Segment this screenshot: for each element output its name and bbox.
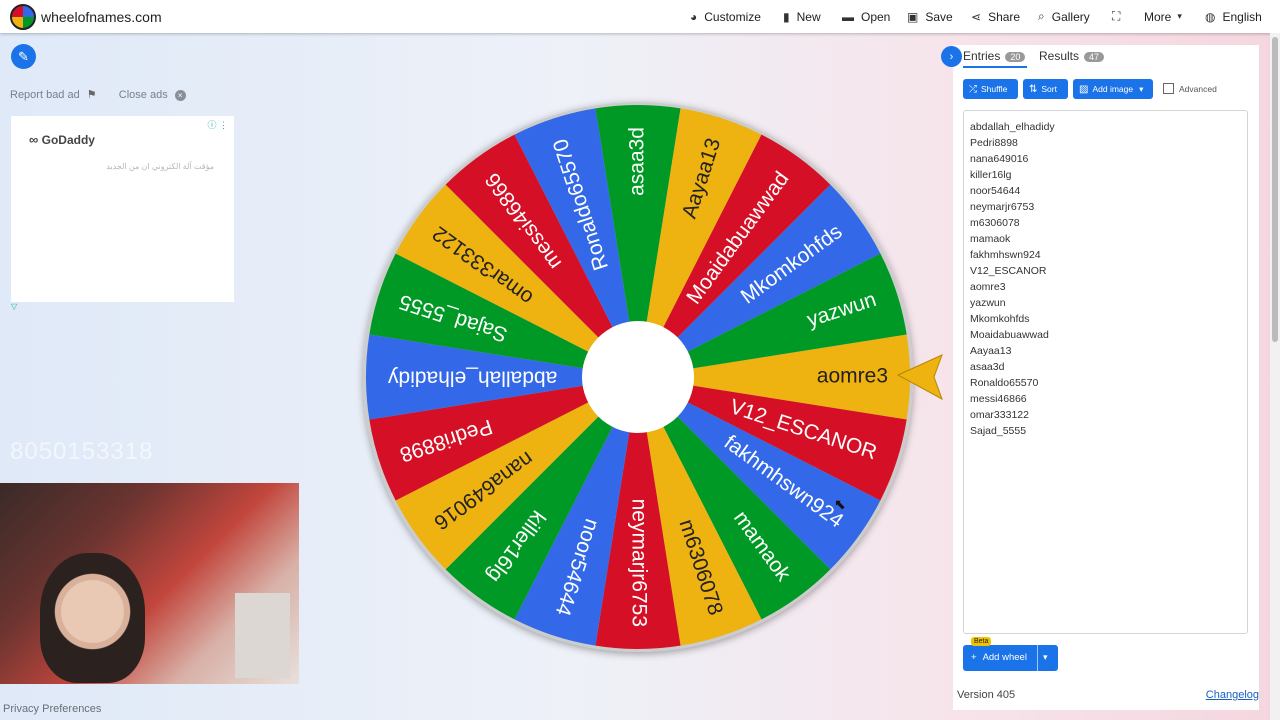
- report-bad-ad-link[interactable]: Report bad ad: [10, 89, 80, 101]
- ghost-text: 8050153318: [10, 438, 154, 465]
- search-icon: ⌕: [1038, 9, 1045, 23]
- entry-line: mamaok: [970, 233, 1011, 245]
- privacy-preferences-link[interactable]: Privacy Preferences: [3, 703, 101, 715]
- wheel-segment-label: aomre3: [817, 365, 888, 388]
- customize-button[interactable]: ◕ Customize: [690, 0, 761, 33]
- page-scrollbar[interactable]: [1270, 33, 1280, 720]
- entry-line: omar333122: [970, 409, 1029, 421]
- flag-icon: ⚑: [86, 89, 97, 101]
- site-title[interactable]: wheelofnames.com: [41, 9, 162, 25]
- entry-line: asaa3d: [970, 361, 1005, 373]
- chevron-down-icon: ▾: [1139, 83, 1144, 94]
- active-tab-indicator: [963, 66, 1027, 68]
- shuffle-button[interactable]: ⤮ Shuffle: [963, 79, 1018, 99]
- more-button[interactable]: More ▾: [1144, 0, 1189, 33]
- scrollbar-thumb[interactable]: [1272, 37, 1278, 342]
- ad-links: Report bad ad ⚑ Close ads ×: [10, 88, 186, 101]
- entry-line: neymarjr6753: [970, 201, 1035, 213]
- entry-line: Pedri8898: [970, 137, 1018, 149]
- webcam-background-object: [235, 593, 290, 678]
- close-ads-link[interactable]: Close ads: [119, 89, 168, 101]
- entry-line: killer16lg: [970, 169, 1012, 181]
- share-button[interactable]: ⋖ Share: [971, 0, 1020, 33]
- entries-panel: › Entries 20 Results 47 ⤮ Shuffle ⇅ Sort ▨ Ad…: [941, 45, 1259, 710]
- tab-results[interactable]: Results 47: [1039, 49, 1105, 63]
- entry-line: messi46866: [970, 393, 1027, 405]
- wheel-svg[interactable]: aomre3V12_ESCANORfakhmhswn924mamaokm6306…: [360, 99, 943, 655]
- entry-line: m6306078: [970, 217, 1020, 229]
- edit-wheel-button[interactable]: ✎: [11, 44, 36, 69]
- godaddy-logo-icon: ∞: [29, 132, 39, 147]
- version-text: Version 405: [957, 689, 1016, 701]
- entry-line: Aayaa13: [970, 345, 1012, 357]
- tab-entries[interactable]: Entries 20: [963, 49, 1026, 63]
- entries-count-badge: 20: [1005, 52, 1026, 62]
- entry-line: Ronaldo65570: [970, 377, 1039, 389]
- file-icon: ▮: [783, 9, 790, 24]
- mouse-cursor-icon: ⬉: [834, 496, 846, 512]
- open-button[interactable]: ▬ Open: [842, 0, 890, 33]
- gallery-button[interactable]: ⌕ Gallery: [1038, 0, 1090, 33]
- folder-icon: ▬: [842, 9, 854, 24]
- wheel-segment-label: abdallah_elhadidy: [388, 366, 558, 389]
- sort-button[interactable]: ⇅ Sort: [1023, 79, 1068, 99]
- language-button[interactable]: ◍ English: [1205, 0, 1262, 33]
- fullscreen-icon: ⛶: [1112, 9, 1121, 23]
- image-icon: ▨: [1079, 83, 1089, 95]
- entry-line: aomre3: [970, 281, 1006, 293]
- entry-line: yazwun: [970, 297, 1006, 309]
- ad-info-icon[interactable]: ⓘ ⋮: [207, 118, 228, 131]
- entry-line: nana649016: [970, 153, 1029, 165]
- wheel-center[interactable]: [582, 321, 694, 433]
- webcam-person: [40, 553, 145, 683]
- close-icon[interactable]: ×: [174, 90, 186, 101]
- webcam-overlay: [0, 483, 299, 684]
- top-bar: wheelofnames.com ◕ Customize ▮ New ▬ Ope…: [0, 0, 1280, 33]
- entry-line: V12_ESCANOR: [970, 265, 1047, 277]
- entry-line: fakhmhswn924: [970, 249, 1041, 261]
- palette-icon: ◕: [690, 9, 698, 24]
- plus-icon: +: [971, 652, 977, 663]
- results-count-badge: 47: [1084, 52, 1105, 62]
- wheel-segment-label: neymarjr6753: [627, 499, 650, 627]
- save-icon: ▣: [907, 9, 919, 24]
- entry-line: Sajad_5555: [970, 425, 1027, 437]
- chevron-down-icon[interactable]: ▾: [1043, 652, 1048, 663]
- checkbox-icon[interactable]: [1163, 83, 1174, 94]
- ad-banner[interactable]: ⓘ ⋮ ∞ GoDaddy مؤقت آلة الكتروني ان من ال…: [11, 116, 234, 302]
- entries-textarea[interactable]: abdallah_elhadidy Pedri8898 nana649016 kill…: [963, 110, 1248, 634]
- shuffle-icon: ⤮: [969, 83, 977, 95]
- collapse-panel-button[interactable]: ›: [941, 46, 962, 67]
- advanced-checkbox[interactable]: Advanced: [1163, 83, 1217, 94]
- globe-icon: ◍: [1205, 9, 1216, 24]
- beta-badge: Beta: [971, 637, 992, 646]
- save-button[interactable]: ▣ Save: [907, 0, 953, 33]
- changelog-link[interactable]: Changelog: [1206, 689, 1259, 701]
- entry-line: Mkomkohfds: [970, 313, 1030, 325]
- ad-choice-icon[interactable]: ▽: [11, 302, 17, 311]
- fullscreen-button[interactable]: ⛶: [1112, 0, 1127, 33]
- chevron-right-icon: ›: [949, 50, 954, 63]
- panel-tabs: › Entries 20 Results 47: [941, 45, 1259, 68]
- chevron-down-icon: ▾: [1177, 11, 1182, 21]
- pencil-icon: ✎: [18, 48, 29, 64]
- entry-line: Moaidabuawwad: [970, 329, 1049, 341]
- share-icon: ⋖: [971, 9, 982, 24]
- wheel[interactable]: aomre3 V12_ESCANOR fakhmhswn924 mamaok m6306…: [360, 99, 943, 655]
- ad-brand: ∞ GoDaddy: [29, 132, 95, 147]
- entry-line: noor54644: [970, 185, 1021, 197]
- entry-line: abdallah_elhadidy: [970, 121, 1055, 133]
- wheel-segment-label: asaa3d: [626, 127, 649, 196]
- add-wheel-button[interactable]: Beta + Add wheel ▾: [963, 637, 1058, 671]
- sort-icon: ⇅: [1029, 83, 1038, 95]
- new-button[interactable]: ▮ New: [783, 0, 821, 33]
- wheel-logo-icon[interactable]: [10, 4, 36, 30]
- add-image-button[interactable]: ▨ Add image ▾: [1073, 79, 1153, 99]
- ad-text: مؤقت آلة الكتروني ان من الجديد: [106, 162, 214, 171]
